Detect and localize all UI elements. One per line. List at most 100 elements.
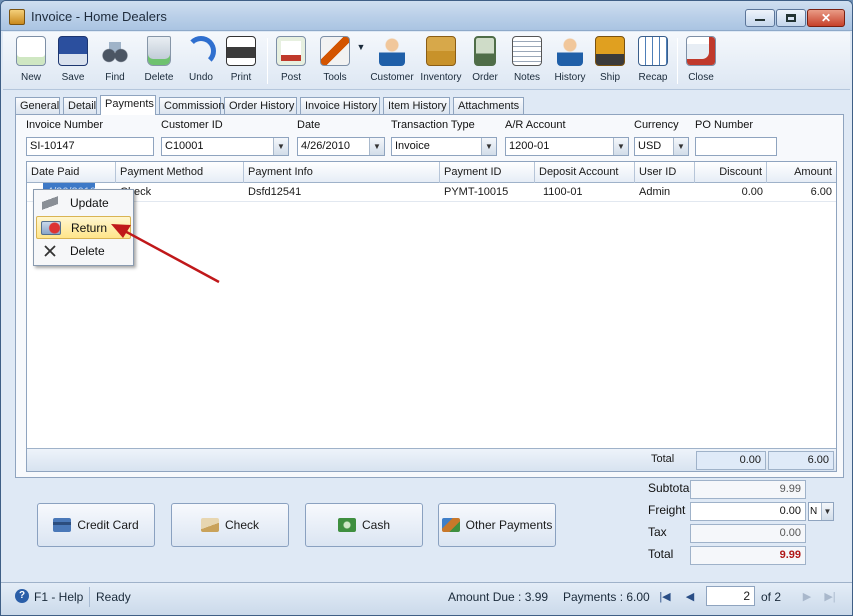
chevron-down-icon[interactable]: ▼ [481,138,496,155]
annotation-arrow [111,224,220,284]
tab-general[interactable]: General [15,97,60,114]
credit-card-button-label: Credit Card [77,518,139,532]
page-number-input[interactable]: 2 [706,586,755,606]
inventory-boxes-icon [426,36,456,66]
cell-amount[interactable]: 6.00 [767,183,836,202]
column-amount[interactable]: Amount [767,162,836,183]
customer-id-value: C10001 [165,140,204,152]
grid-footer: Total 0.00 6.00 [27,448,836,471]
credit-card-button[interactable]: Credit Card [37,503,155,547]
tools-dropdown-arrow[interactable]: ▼ [355,42,367,96]
status-bar: ? F1 - Help Ready Amount Due : 3.99 Paym… [1,582,852,615]
cell-user-id[interactable]: Admin [635,183,695,202]
toolbar-order-button[interactable]: Order [467,34,503,88]
history-person-icon [557,36,583,66]
tab-commission[interactable]: Commission [159,97,225,114]
chevron-down-icon[interactable]: ▼ [821,503,833,520]
chevron-down-icon[interactable]: ▼ [613,138,628,155]
toolbar-separator [267,38,268,84]
cell-payment-id[interactable]: PYMT-10015 [440,183,535,202]
toolbar-save-button[interactable]: Save [55,34,91,88]
toolbar-ship-button[interactable]: Ship [593,34,627,88]
toolbar-delete-button[interactable]: Delete [139,34,179,88]
customer-id-combo[interactable]: C10001 ▼ [161,137,289,156]
toolbar-undo-button[interactable]: Undo [183,34,219,88]
tab-detail[interactable]: Detail [63,97,97,114]
toolbar-order-label: Order [472,72,498,83]
toolbar-find-button[interactable]: Find [97,34,133,88]
help-shortcut[interactable]: F1 - Help [34,590,83,604]
invoice-number-field[interactable]: SI-10147 [26,137,154,156]
toolbar-notes-button[interactable]: Notes [509,34,545,88]
toolbar-new-button[interactable]: New [13,34,49,88]
tab-payments[interactable]: Payments [100,95,156,115]
transaction-type-combo[interactable]: Invoice ▼ [391,137,497,156]
last-page-icon[interactable]: ▶| [823,589,837,605]
date-picker[interactable]: 4/26/2010 ▼ [297,137,385,156]
notes-pencil-icon [512,36,542,66]
check-button[interactable]: Check [171,503,289,547]
toolbar-find-label: Find [105,72,125,83]
maximize-button[interactable] [776,9,806,27]
grid-total-label: Total [651,453,675,465]
close-window-icon [686,36,716,66]
subtotal-label: Subtotal [648,481,693,495]
column-payment-id[interactable]: Payment ID [440,162,535,183]
menu-item-update[interactable]: Update [36,192,131,215]
help-icon[interactable]: ? [15,589,29,603]
ar-account-combo[interactable]: 1200-01 ▼ [505,137,629,156]
toolbar-print-button[interactable]: Print [223,34,259,88]
cell-deposit-account[interactable]: 1100-01 [535,183,635,202]
customer-person-icon [379,36,405,66]
chevron-down-icon[interactable]: ▼ [673,138,688,155]
column-payment-info[interactable]: Payment Info [244,162,440,183]
freight-field[interactable]: 0.00 [690,502,806,521]
toolbar-customer-button[interactable]: Customer [369,34,415,88]
first-page-icon[interactable]: |◀ [658,589,672,605]
column-date-paid[interactable]: Date Paid [27,162,116,183]
cell-discount[interactable]: 0.00 [695,183,767,202]
column-deposit-account[interactable]: Deposit Account [535,162,635,183]
cell-payment-method[interactable]: Check [116,183,244,202]
title-bar[interactable]: Invoice - Home Dealers ✕ [1,1,852,31]
chevron-down-icon[interactable]: ▼ [273,138,288,155]
delete-x-icon [44,245,56,257]
column-payment-method[interactable]: Payment Method [116,162,244,183]
close-window-button[interactable]: ✕ [807,9,845,27]
toolbar-tools-button[interactable]: Tools [315,34,355,88]
prev-page-icon[interactable]: ◀ [683,589,697,605]
table-row[interactable]: 4/26/2010 Check Dsfd12541 PYMT-10015 110… [27,183,836,202]
recap-sheet-icon [638,36,668,66]
tab-order-history[interactable]: Order History [224,97,297,114]
toolbar-close-button[interactable]: Close [683,34,719,88]
next-page-icon[interactable]: ▶ [800,589,814,605]
po-number-label: PO Number [695,119,754,131]
invoice-window: Invoice - Home Dealers ✕ New Save Find D… [0,0,853,616]
chevron-down-icon[interactable]: ▼ [369,138,384,155]
amount-due: Amount Due : 3.99 [448,590,549,604]
tab-item-history[interactable]: Item History [383,97,450,114]
other-payments-button[interactable]: Other Payments [438,503,556,547]
currency-combo[interactable]: USD ▼ [634,137,689,156]
po-number-field[interactable] [695,137,777,156]
minimize-button[interactable] [745,9,775,27]
column-user-id[interactable]: User ID [635,162,695,183]
column-discount[interactable]: Discount [695,162,767,183]
toolbar-post-button[interactable]: Post [273,34,309,88]
freight-label: Freight [648,503,686,517]
toolbar-separator [677,38,678,84]
currency-label: Currency [634,119,679,131]
post-document-icon [276,36,306,66]
tab-attachments[interactable]: Attachments [453,97,524,114]
binoculars-icon [100,36,130,66]
cash-button[interactable]: Cash [305,503,423,547]
toolbar-recap-button[interactable]: Recap [635,34,671,88]
freight-option-combo[interactable]: N ▼ [808,502,834,521]
grid-total-amount: 6.00 [768,451,834,470]
toolbar-history-button[interactable]: History [549,34,591,88]
cash-icon [337,518,356,532]
cell-payment-info[interactable]: Dsfd12541 [244,183,440,202]
toolbar-inventory-button[interactable]: Inventory [417,34,465,88]
tab-invoice-history[interactable]: Invoice History [300,97,380,114]
date-label: Date [297,119,321,131]
